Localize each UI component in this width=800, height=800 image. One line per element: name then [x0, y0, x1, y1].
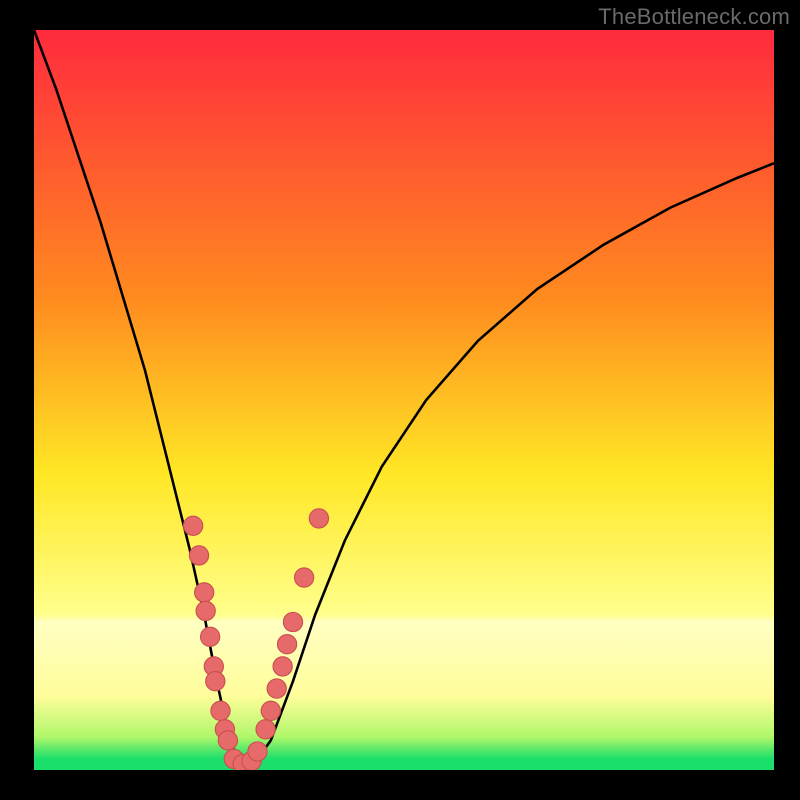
gradient-background	[34, 30, 774, 770]
curve-marker	[248, 742, 267, 761]
curve-marker	[218, 731, 237, 750]
curve-marker	[189, 546, 208, 565]
curve-marker	[283, 612, 302, 631]
watermark-text: TheBottleneck.com	[598, 4, 790, 30]
curve-marker	[183, 516, 202, 535]
curve-marker	[201, 627, 220, 646]
curve-marker	[196, 601, 215, 620]
chart-svg	[34, 30, 774, 770]
curve-marker	[294, 568, 313, 587]
curve-marker	[277, 635, 296, 654]
curve-marker	[309, 509, 328, 528]
plot-area	[34, 30, 774, 770]
curve-marker	[256, 720, 275, 739]
chart-frame: TheBottleneck.com	[0, 0, 800, 800]
curve-marker	[273, 657, 292, 676]
curve-marker	[206, 672, 225, 691]
curve-marker	[267, 679, 286, 698]
curve-marker	[195, 583, 214, 602]
curve-marker	[261, 701, 280, 720]
curve-marker	[211, 701, 230, 720]
